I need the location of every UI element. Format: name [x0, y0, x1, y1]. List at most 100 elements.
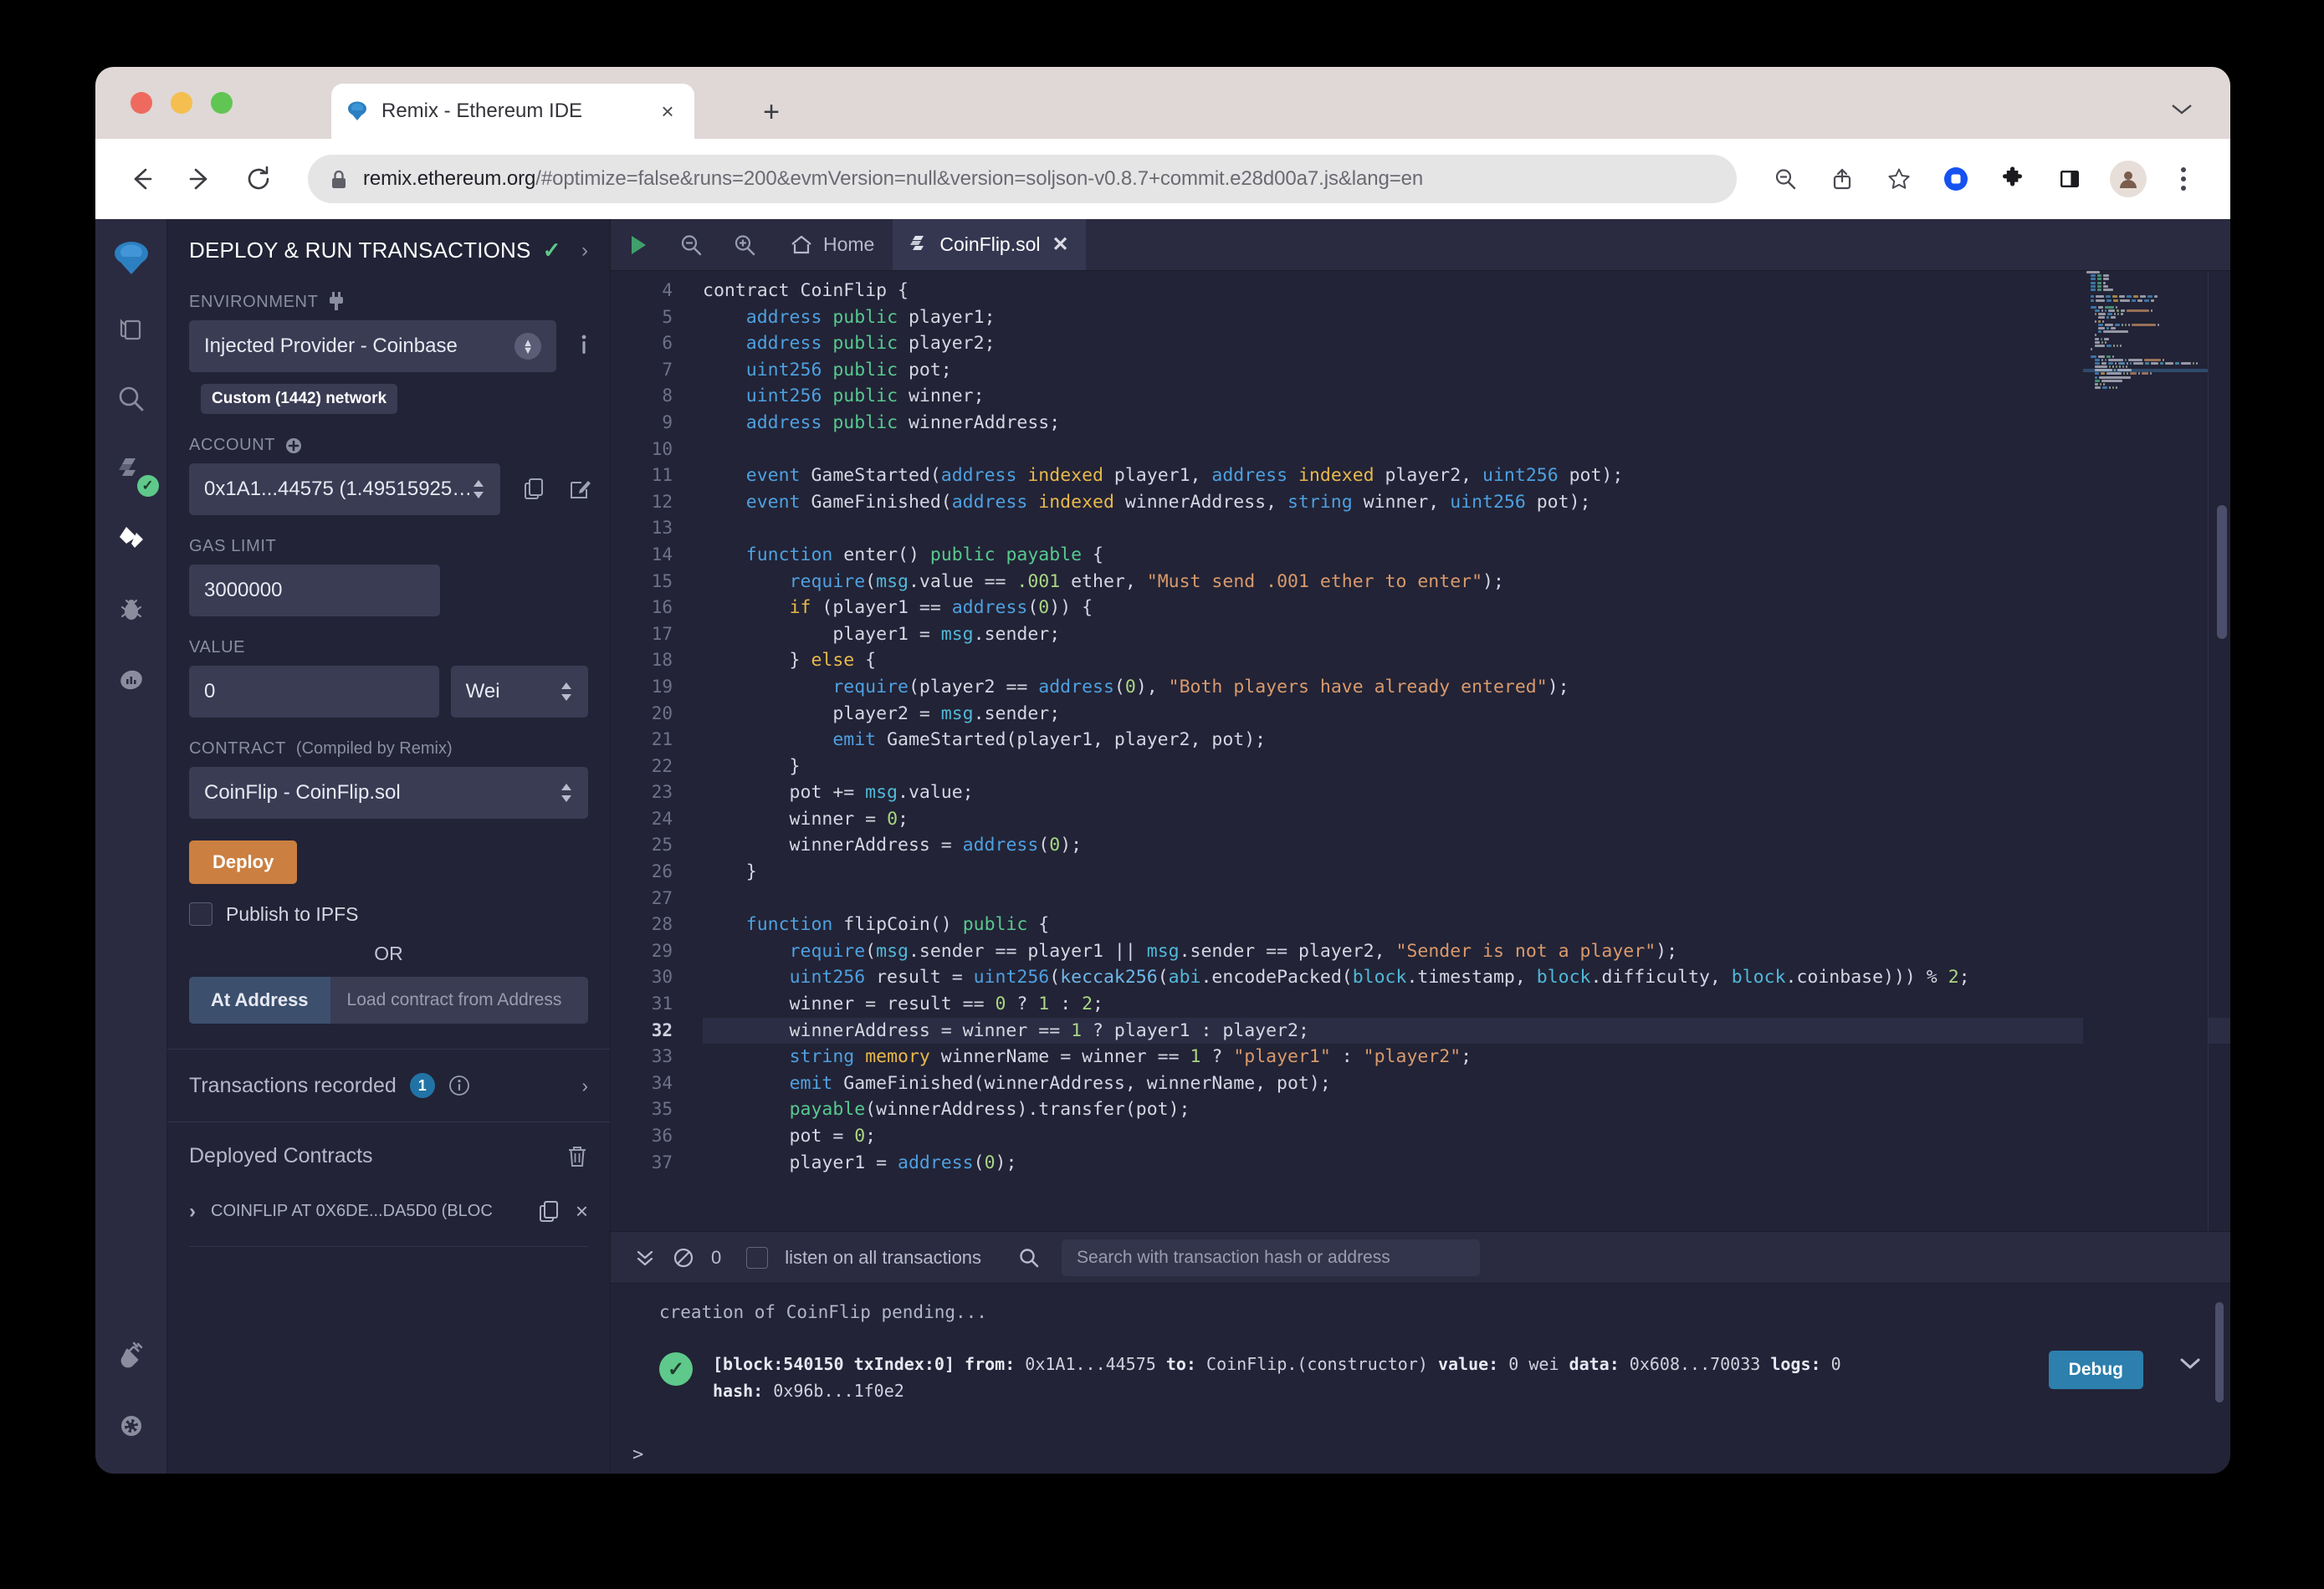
environment-value: Injected Provider - Coinbase: [204, 335, 458, 358]
terminal-count: 0: [711, 1247, 721, 1269]
publish-ipfs-row[interactable]: Publish to IPFS: [189, 902, 588, 926]
plugin-manager-icon[interactable]: [105, 1330, 157, 1382]
settings-gear-icon[interactable]: [105, 1400, 157, 1452]
expand-chevron-icon[interactable]: ›: [189, 1200, 196, 1224]
plus-circle-icon[interactable]: [285, 437, 302, 454]
chevron-down-icon[interactable]: [2170, 102, 2193, 115]
forward-arrow-icon[interactable]: [182, 161, 218, 197]
terminal-prompt[interactable]: >: [632, 1444, 643, 1465]
editor-tab-bar: Home CoinFlip.sol ✕: [611, 219, 2230, 271]
analysis-icon[interactable]: [105, 654, 157, 706]
at-address-input[interactable]: Load contract from Address: [330, 977, 588, 1024]
account-label: ACCOUNT: [189, 436, 588, 455]
value-input[interactable]: 0: [189, 666, 439, 718]
gas-limit-input[interactable]: 3000000: [189, 565, 440, 616]
search-icon[interactable]: [1018, 1247, 1040, 1269]
panel-expand-chevron-icon[interactable]: ›: [581, 239, 588, 263]
chevron-updown-icon[interactable]: [472, 478, 485, 500]
home-icon: [790, 234, 813, 256]
bookmark-star-icon[interactable]: [1882, 162, 1916, 196]
extensions-puzzle-icon[interactable]: [1996, 162, 2030, 196]
at-address-button[interactable]: At Address: [189, 977, 330, 1024]
kebab-menu-icon[interactable]: [2170, 167, 2197, 191]
environment-select[interactable]: Injected Provider - Coinbase ▲▼: [189, 320, 556, 372]
clear-console-icon[interactable]: [673, 1247, 694, 1269]
tab-home[interactable]: Home: [771, 219, 893, 270]
close-icon[interactable]: ×: [576, 1198, 588, 1224]
compiled-check-badge: ✓: [137, 475, 159, 497]
back-arrow-icon[interactable]: [124, 161, 159, 197]
deployed-contract-item[interactable]: › COINFLIP AT 0X6DE...DA5D0 (BLOC ×: [189, 1168, 588, 1247]
editor-vertical-scrollbar[interactable]: [2217, 505, 2227, 639]
listen-all-transactions-checkbox[interactable]: [746, 1247, 768, 1269]
terminal-search-input[interactable]: Search with transaction hash or address: [1062, 1239, 1480, 1276]
publish-ipfs-checkbox[interactable]: [189, 902, 212, 926]
browser-action-icons: [1769, 161, 2202, 197]
reload-icon[interactable]: [241, 161, 276, 197]
chevron-updown-icon[interactable]: [560, 681, 573, 703]
chevron-updown-icon[interactable]: [560, 782, 573, 804]
zoom-in-icon[interactable]: [718, 219, 771, 270]
deploy-button[interactable]: Deploy: [189, 840, 297, 884]
info-icon[interactable]: [580, 334, 588, 359]
info-icon[interactable]: [448, 1075, 470, 1096]
contract-select[interactable]: CoinFlip - CoinFlip.sol: [189, 767, 588, 819]
editor-minimap[interactable]: [2083, 271, 2209, 1231]
line-number-gutter: 4567891011121314151617181920212223242526…: [611, 271, 688, 1231]
chevron-updown-icon[interactable]: ▲▼: [514, 333, 541, 360]
share-icon[interactable]: [1825, 162, 1859, 196]
edit-icon[interactable]: [569, 478, 591, 501]
deployed-contracts-title: Deployed Contracts: [189, 1144, 373, 1168]
deploy-run-icon[interactable]: [105, 513, 157, 565]
account-row: 0x1A1...44575 (1.49515925…: [189, 463, 588, 515]
or-separator: OR: [189, 943, 588, 965]
close-icon[interactable]: ×: [654, 98, 681, 125]
double-chevron-down-icon[interactable]: [634, 1247, 656, 1269]
close-icon[interactable]: ✕: [1052, 232, 1069, 257]
solidity-compiler-icon[interactable]: ✓: [105, 443, 157, 495]
chevron-down-icon[interactable]: [2178, 1356, 2202, 1371]
new-tab-button[interactable]: +: [756, 99, 786, 129]
browser-window: Remix - Ethereum IDE × + remix.ethereum.…: [95, 67, 2230, 1474]
remix-home-logo[interactable]: [105, 232, 157, 284]
browser-toolbar: remix.ethereum.org/#optimize=false&runs=…: [95, 139, 2230, 219]
code-editor[interactable]: 4567891011121314151617181920212223242526…: [611, 271, 2230, 1231]
side-panel-icon[interactable]: [2053, 162, 2086, 196]
play-run-icon[interactable]: [611, 219, 664, 270]
listen-all-transactions-label: listen on all transactions: [785, 1247, 981, 1269]
zoom-out-icon[interactable]: [1769, 162, 1802, 196]
search-icon[interactable]: [105, 373, 157, 425]
copy-icon[interactable]: [524, 478, 545, 501]
code-content[interactable]: contract CoinFlip { address public playe…: [688, 271, 2230, 1231]
terminal-scrollbar[interactable]: [2215, 1302, 2224, 1403]
account-label-text: ACCOUNT: [189, 436, 275, 455]
zoom-out-icon[interactable]: [664, 219, 718, 270]
lock-icon: [330, 169, 348, 189]
tab-coinflip-sol[interactable]: CoinFlip.sol ✕: [893, 219, 1085, 270]
transactions-recorded-chevron-icon[interactable]: ›: [581, 1075, 588, 1097]
profile-avatar[interactable]: [2110, 161, 2147, 197]
url-path: /#optimize=false&runs=200&evmVersion=nul…: [535, 167, 1423, 190]
transaction-line-1: [block:540150 txIndex:0] from: 0x1A1...4…: [713, 1354, 1841, 1374]
minimize-window-button[interactable]: [171, 92, 192, 114]
contract-sub-label: (Compiled by Remix): [296, 739, 453, 759]
deploy-button-wrap: Deploy: [189, 840, 588, 884]
maximize-window-button[interactable]: [211, 92, 233, 114]
trash-icon[interactable]: [566, 1145, 588, 1168]
terminal-toolbar: 0 listen on all transactions Search with…: [611, 1232, 2230, 1284]
value-unit-select[interactable]: Wei: [451, 666, 588, 718]
contract-label-text: CONTRACT: [189, 739, 286, 759]
coinbase-wallet-icon[interactable]: [1939, 162, 1973, 196]
minimap-border: [2208, 271, 2209, 1231]
file-explorer-icon[interactable]: [105, 303, 157, 355]
address-bar[interactable]: remix.ethereum.org/#optimize=false&runs=…: [308, 155, 1737, 203]
debugger-bug-icon[interactable]: [105, 584, 157, 636]
close-window-button[interactable]: [131, 92, 152, 114]
debug-button[interactable]: Debug: [2049, 1351, 2143, 1389]
account-select[interactable]: 0x1A1...44575 (1.49515925…: [189, 463, 500, 515]
browser-tab[interactable]: Remix - Ethereum IDE ×: [331, 84, 694, 139]
deployed-contracts-header: Deployed Contracts: [189, 1122, 588, 1168]
transactions-recorded-section[interactable]: Transactions recorded 1 ›: [189, 1050, 588, 1121]
terminal-transaction-row[interactable]: ✓ [block:540150 txIndex:0] from: 0x1A1..…: [659, 1351, 2202, 1404]
copy-icon[interactable]: [539, 1200, 561, 1224]
